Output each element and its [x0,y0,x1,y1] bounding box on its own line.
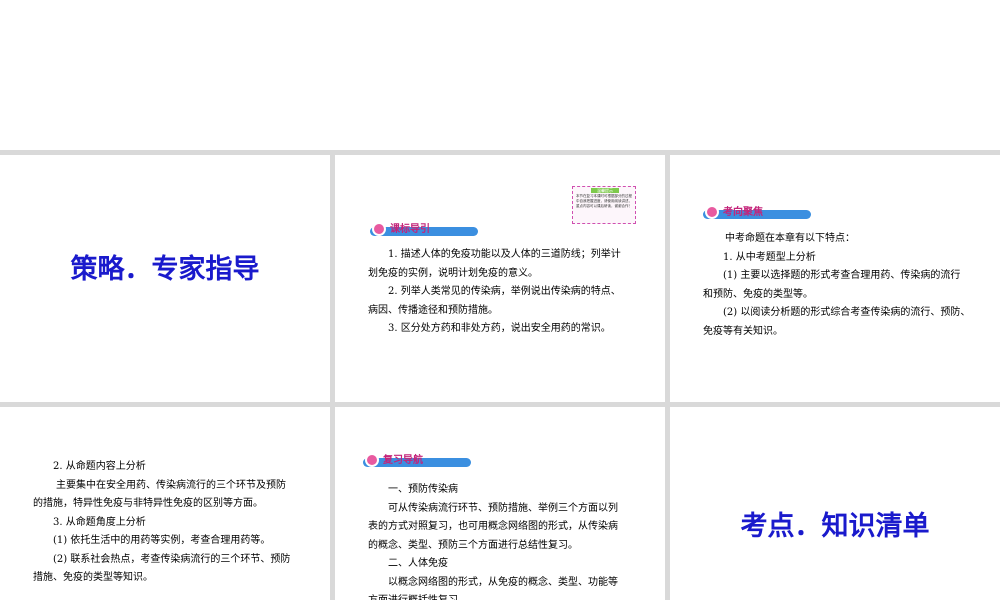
text-line: 免疫等有关知识。 [703,325,783,337]
text-line: 主要集中在安全用药、传染病流行的三个环节及预防 [56,479,286,491]
text-line: 划免疫的实例，说明计划免疫的意义。 [368,267,538,279]
text-line: 1. 从中考题型上分析 [723,251,816,263]
slide-thumbnail-6[interactable]: 考点．知识清单 [670,407,1000,600]
tip-note-title: 温馨提示 [591,188,619,193]
text-line: (2) 联系社会热点，考查传染病流行的三个环节、预防 [53,553,291,565]
text-line: 方面进行概括性复习。 [368,592,618,600]
text-line: (1) 主要以选择题的形式考查合理用药、传染病的流行 [723,270,961,281]
tip-note-text: 本节在复习本课时可根据部分的过程中自我把握进度，请使用阅读讲述，重点内容可以课后… [576,194,632,208]
slide-thumbnail-1[interactable]: 策略．专家指导 [0,155,330,402]
slide-thumbnail-4[interactable]: 2. 从命题内容上分析 主要集中在安全用药、传染病流行的三个环节及预防 的措施，… [0,407,330,600]
text-line: 表的方式对照复习，也可用概念网络图的形式，从传染病 [368,521,618,532]
slide-title: 考点．知识清单 [740,511,930,542]
slide-thumbnail-3[interactable]: 考向聚焦 中考命题在本章有以下特点： 1. 从中考题型上分析 (1) 主要以选择… [670,155,1000,402]
slide-body: 1. 描述人体的免疫功能以及人体的三道防线；列举计 划免疫的实例，说明计划免疫的… [368,246,621,339]
text-line: 3. 区分处方药和非处方药，说出安全用药的常识。 [388,323,611,334]
text-line: 二、人体免疫 [388,558,448,569]
text-line: 的措施，特异性免疫与非特异性免疫的区别等方面。 [33,498,263,509]
text-line: 中考命题在本章有以下特点： [725,233,855,244]
section-header: 课标导引 [370,220,480,238]
slide-title: 策略．专家指导 [70,254,260,285]
text-line: 的概念、类型、预防三个方面进行总结性复习。 [368,539,578,551]
text-line: (2) 以阅读分析题的形式综合考查传染病的流行、预防、 [723,307,971,318]
bullet-icon [705,205,719,219]
slide-thumbnail-2[interactable]: 温馨提示 本节在复习本课时可根据部分的过程中自我把握进度，请使用阅读讲述，重点内… [335,155,665,402]
text-line: (1) 依托生活中的用药等实例，考查合理用药等。 [53,535,271,546]
text-line: 病因、传播途径和预防措施。 [368,304,498,316]
text-line: 2. 从命题内容上分析 [53,461,146,472]
text-line: 和预防、免疫的类型等。 [703,288,813,300]
slide-body: 2. 从命题内容上分析 主要集中在安全用药、传染病流行的三个环节及预防 的措施，… [33,458,290,588]
bullet-icon [372,222,386,236]
text-line: 3. 从命题角度上分析 [53,516,146,528]
text-line: 1. 描述人体的免疫功能以及人体的三道防线；列举计 [388,249,621,260]
text-line: 以概念网络图的形式，从免疫的概念、类型、功能等 [388,576,618,588]
text-line: 措施、免疫的类型等知识。 [33,572,153,583]
text-line: 可从传染病流行环节、预防措施、举例三个方面以列 [388,502,618,514]
text-line: 一、预防传染病 [388,484,458,495]
section-header: 考向聚焦 [703,203,813,221]
slide-body: 一、预防传染病 可从传染病流行环节、预防措施、举例三个方面以列 表的方式对照复习… [368,481,618,600]
slide-thumbnail-5[interactable]: 复习导航 一、预防传染病 可从传染病流行环节、预防措施、举例三个方面以列 表的方… [335,407,665,600]
bullet-icon [365,453,379,467]
section-header: 复习导航 [363,451,473,469]
slide-body: 中考命题在本章有以下特点： 1. 从中考题型上分析 (1) 主要以选择题的形式考… [703,230,970,341]
text-line: 2. 列举人类常见的传染病，举例说出传染病的特点、 [388,286,621,297]
tip-note: 温馨提示 本节在复习本课时可根据部分的过程中自我把握进度，请使用阅读讲述，重点内… [572,186,636,224]
